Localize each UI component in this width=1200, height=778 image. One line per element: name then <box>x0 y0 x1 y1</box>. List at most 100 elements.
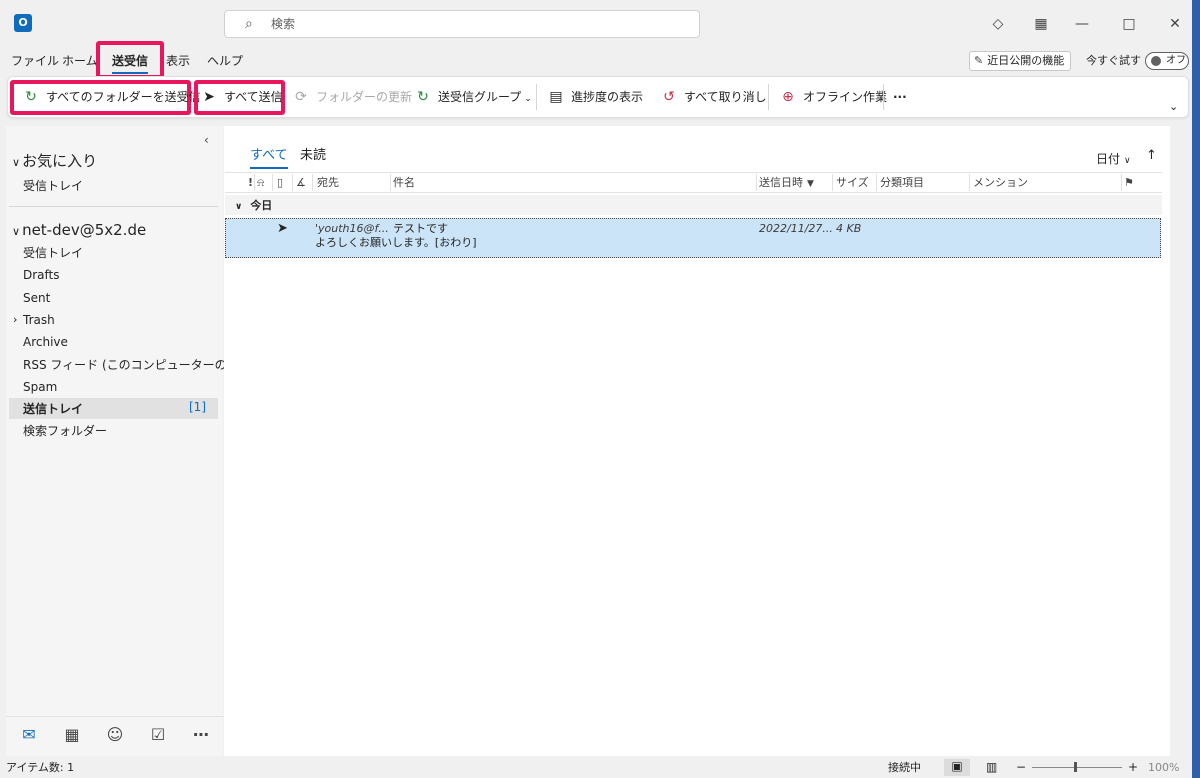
column-subject[interactable]: 件名 <box>393 175 415 190</box>
sent-status-icon: ➤ <box>277 221 288 236</box>
account-label: net-dev@5x2.de <box>22 221 147 239</box>
normal-view-icon[interactable]: ▣ <box>944 759 970 776</box>
message-sent-date: 2022/11/27... <box>759 222 833 235</box>
zoom-slider-handle[interactable] <box>1074 762 1077 772</box>
cancel-all-button[interactable]: ↺ すべて取り消し <box>660 86 767 108</box>
maximize-icon[interactable]: □ <box>1117 12 1141 36</box>
sidebar-item-drafts[interactable]: Drafts <box>23 266 60 284</box>
zoom-out-icon[interactable]: − <box>1016 760 1026 775</box>
column-icon-doc[interactable]: ▯ <box>277 175 283 190</box>
more-modules-icon[interactable]: ⋯ <box>188 724 214 746</box>
work-offline-button[interactable]: ⊕ オフライン作業 <box>779 86 887 108</box>
more-options-button[interactable]: ··· <box>893 86 907 108</box>
send-receive-all-folders-button[interactable]: ↻ すべてのフォルダーを送受信 <box>22 86 201 108</box>
ribbon-expand-chevron-icon[interactable]: ⌄ <box>1169 96 1178 118</box>
chevron-down-icon: ∨ <box>1124 156 1131 166</box>
sync-icon: ↻ <box>25 89 37 105</box>
column-sent[interactable]: 送信日時 ▼ <box>759 175 814 192</box>
sidebar-item-spam[interactable]: Spam <box>23 378 57 396</box>
chevron-right-icon[interactable]: › <box>13 311 17 329</box>
favorites-group[interactable]: ∨ お気に入り <box>12 150 97 171</box>
sidebar-item-trash[interactable]: Trash <box>23 311 55 329</box>
zoom-level[interactable]: 100% <box>1148 760 1179 775</box>
message-size: 4 KB <box>836 222 862 235</box>
progress-icon: ▤ <box>549 89 563 105</box>
column-flag-icon[interactable]: ⚑ <box>1124 175 1134 190</box>
cancel-sync-icon: ↺ <box>663 89 675 105</box>
zoom-slider[interactable] <box>1032 767 1122 768</box>
collapse-pane-icon[interactable]: ‹ <box>204 133 209 147</box>
try-now-toggle[interactable]: オフ <box>1145 52 1189 70</box>
reading-view-icon[interactable]: ▥ <box>986 760 997 775</box>
tab-home[interactable]: ホーム <box>60 50 100 72</box>
close-icon[interactable]: ✕ <box>1163 12 1187 36</box>
groups-icon: ↻ <box>417 89 429 105</box>
tab-view[interactable]: 表示 <box>164 50 192 72</box>
search-icon: ⌕ <box>245 16 253 32</box>
item-count: アイテム数: 1 <box>6 761 75 774</box>
column-category[interactable]: 分類項目 <box>880 175 924 190</box>
send-receive-all-label: すべてのフォルダーを送受信 <box>46 90 201 104</box>
coming-soon-button[interactable]: ✎ 近日公開の機能 <box>969 51 1072 71</box>
toggle-knob <box>1151 56 1161 66</box>
sidebar-item-inbox[interactable]: 受信トレイ <box>23 244 83 262</box>
toggle-label: オフ <box>1166 55 1186 66</box>
sidebar-item-archive[interactable]: Archive <box>23 333 68 351</box>
sidebar-item-search-folders[interactable]: 検索フォルダー <box>23 422 107 440</box>
column-to[interactable]: 宛先 <box>317 175 339 190</box>
sort-direction-arrow-icon[interactable]: ↑ <box>1146 148 1157 163</box>
connection-status: 接続中 <box>888 761 921 774</box>
column-reminder-icon[interactable]: ⍾ <box>257 175 264 190</box>
group-header-today[interactable]: ∨ 今日 <box>225 195 1162 215</box>
try-now-label: 今すぐ試す <box>1086 54 1141 67</box>
group-label: 今日 <box>250 199 273 212</box>
outbox-count-badge: [1] <box>189 400 206 414</box>
show-progress-button[interactable]: ▤ 進捗度の表示 <box>547 86 643 108</box>
ribbon-divider <box>536 84 537 110</box>
column-size[interactable]: サイズ <box>836 175 869 190</box>
column-mention[interactable]: メンション <box>973 175 1028 190</box>
coming-soon-label: 近日公開の機能 <box>987 54 1065 67</box>
column-divider <box>832 174 833 191</box>
send-icon: ➤ <box>203 89 215 105</box>
qr-icon[interactable]: ▦ <box>1029 12 1053 36</box>
message-to: 'youth16@f... <box>315 222 389 235</box>
account-group[interactable]: ∨ net-dev@5x2.de <box>12 221 146 239</box>
column-divider <box>292 174 293 191</box>
mail-icon[interactable]: ✉ <box>16 724 42 746</box>
search-box[interactable]: ⌕ <box>224 10 700 38</box>
zoom-in-icon[interactable]: + <box>1128 760 1138 775</box>
ribbon-divider <box>768 84 769 110</box>
chevron-down-icon: ∨ <box>235 202 243 212</box>
minimize-icon[interactable]: — <box>1070 12 1094 36</box>
column-attachment-icon[interactable]: ∡ <box>296 175 306 190</box>
search-input[interactable] <box>271 15 671 33</box>
megaphone-icon: ✎ <box>974 54 984 67</box>
tab-unread[interactable]: 未読 <box>300 147 326 165</box>
desktop-edge <box>1192 0 1200 778</box>
sidebar-item-outbox[interactable]: 送信トレイ <box>23 400 83 418</box>
calendar-icon[interactable]: ▦ <box>59 724 85 746</box>
tab-file[interactable]: ファイル <box>9 50 61 72</box>
tasks-icon[interactable]: ☑ <box>145 724 171 746</box>
column-importance[interactable]: ! <box>248 175 253 190</box>
cancel-all-label: すべて取り消し <box>684 90 767 104</box>
favorites-item-inbox[interactable]: 受信トレイ <box>23 177 83 195</box>
outlook-logo-icon: O <box>14 14 32 32</box>
send-all-button[interactable]: ➤ すべて送信 <box>200 86 283 108</box>
people-icon[interactable]: ☺ <box>102 724 128 746</box>
tab-all[interactable]: すべて <box>250 147 288 169</box>
sidebar-item-rss[interactable]: RSS フィード (このコンピューターのみ) <box>23 356 243 374</box>
column-divider <box>312 174 313 191</box>
update-folder-button[interactable]: ⟳ フォルダーの更新 <box>292 86 412 108</box>
tab-send-receive[interactable]: 送受信 <box>110 50 150 74</box>
message-subject: テストです <box>393 222 448 235</box>
globe-offline-icon: ⊕ <box>782 89 794 105</box>
sidebar-divider <box>9 206 218 207</box>
tab-help[interactable]: ヘルプ <box>205 50 245 72</box>
send-receive-groups-button[interactable]: ↻ 送受信グループ ⌄ <box>414 86 532 108</box>
sidebar-item-sent[interactable]: Sent <box>23 289 50 307</box>
folder-refresh-icon: ⟳ <box>295 89 307 105</box>
sort-by-dropdown[interactable]: 日付 ∨ <box>1096 150 1131 167</box>
diamond-icon[interactable]: ◇ <box>986 12 1010 36</box>
